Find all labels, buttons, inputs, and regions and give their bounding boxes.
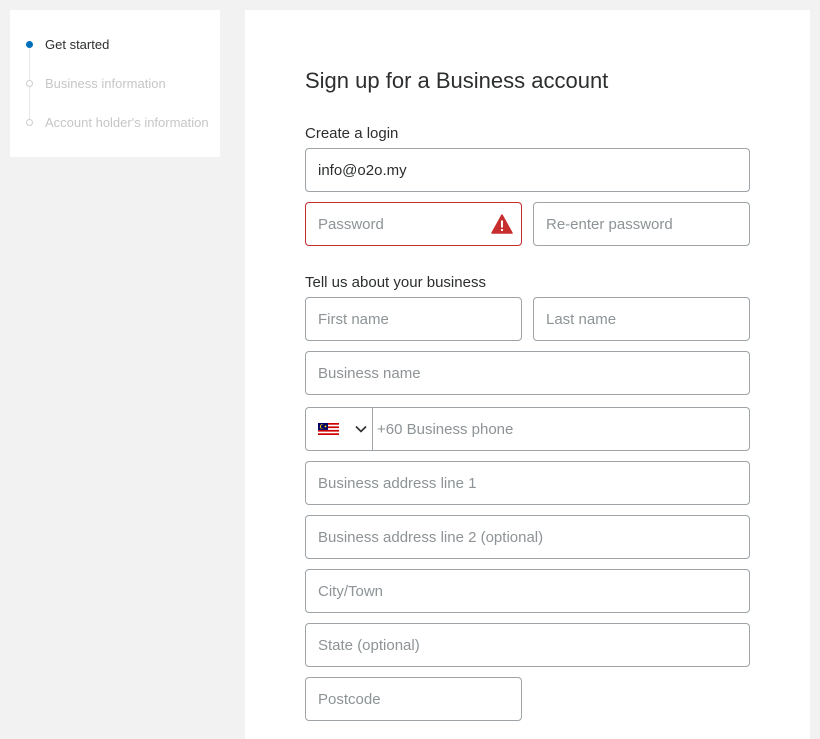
- business-section-label: Tell us about your business: [305, 274, 486, 291]
- signup-stepper: Get started Business information Account…: [10, 10, 220, 157]
- step-dot-icon: [26, 79, 33, 87]
- password-field[interactable]: [306, 203, 521, 245]
- login-section-label: Create a login: [305, 125, 399, 142]
- step-dot-icon: [26, 118, 33, 126]
- step-business-information[interactable]: Business information: [24, 73, 166, 93]
- password-field-container: [305, 202, 522, 246]
- state-field[interactable]: [306, 624, 749, 666]
- reenter-password-field-container: [533, 202, 750, 246]
- business-phone-field[interactable]: [373, 408, 749, 450]
- step-account-holder-information[interactable]: Account holder's information: [24, 112, 209, 132]
- email-field-container: [305, 148, 750, 192]
- last-name-field[interactable]: [534, 298, 749, 340]
- step-active-dot-icon: [26, 40, 33, 48]
- address-line1-field-container: [305, 461, 750, 505]
- chevron-down-icon: [355, 425, 367, 433]
- state-field-container: [305, 623, 750, 667]
- city-field[interactable]: [306, 570, 749, 612]
- postcode-field[interactable]: [306, 678, 521, 720]
- signup-form-panel: Sign up for a Business account Create a …: [245, 10, 810, 739]
- city-field-container: [305, 569, 750, 613]
- first-name-field-container: [305, 297, 522, 341]
- email-field[interactable]: [306, 149, 749, 191]
- first-name-field[interactable]: [306, 298, 521, 340]
- business-name-field-container: [305, 351, 750, 395]
- postcode-field-container: [305, 677, 522, 721]
- malaysia-flag-icon: [318, 423, 339, 435]
- reenter-password-field[interactable]: [534, 203, 749, 245]
- business-name-field[interactable]: [306, 352, 749, 394]
- step-label: Account holder's information: [45, 114, 209, 130]
- country-code-select[interactable]: [306, 408, 373, 450]
- business-phone-field-container: [305, 407, 750, 451]
- address-line2-field[interactable]: [306, 516, 749, 558]
- last-name-field-container: [533, 297, 750, 341]
- warning-icon: [491, 214, 513, 234]
- page-title: Sign up for a Business account: [305, 68, 609, 93]
- page: Get started Business information Account…: [0, 0, 820, 739]
- step-get-started[interactable]: Get started: [24, 34, 109, 54]
- address-line1-field[interactable]: [306, 462, 749, 504]
- step-label: Business information: [45, 75, 166, 91]
- address-line2-field-container: [305, 515, 750, 559]
- step-label: Get started: [45, 36, 110, 52]
